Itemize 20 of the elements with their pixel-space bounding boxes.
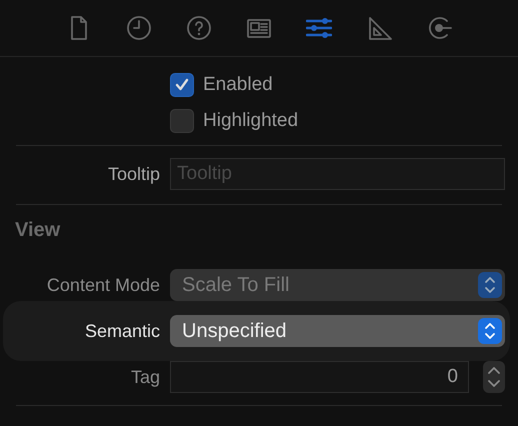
stepper[interactable] [483,361,505,393]
checkbox[interactable] [170,73,194,97]
chevron-up-down-icon [478,318,502,344]
field-label: Semantic [84,320,160,342]
clock-icon[interactable] [126,15,152,41]
chevron-up-down-icon [478,272,502,298]
checkbox-label: Highlighted [203,110,298,132]
section-title: View [15,219,60,241]
field-label: Tag [130,366,160,388]
field-label: Content Mode [46,274,160,296]
checkmark-icon [174,77,190,93]
checkbox[interactable] [170,109,194,133]
tag-field[interactable]: 0 [170,361,469,393]
sliders-icon[interactable] [306,15,332,41]
connection-icon[interactable] [426,15,452,41]
help-icon[interactable] [186,15,212,41]
checkbox-label: Enabled [203,74,273,96]
ruler-triangle-icon[interactable] [366,15,392,41]
popup-button[interactable]: Unspecified [170,315,505,347]
field-label: Tooltip [106,164,160,184]
